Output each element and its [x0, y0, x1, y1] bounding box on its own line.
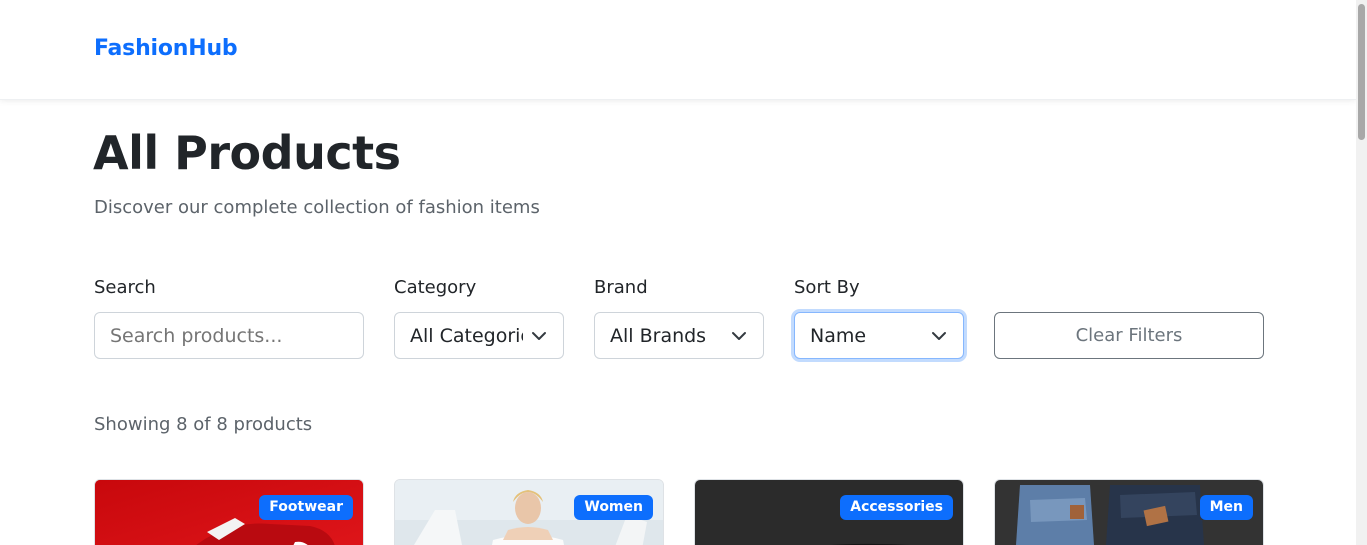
category-badge: Footwear	[259, 495, 353, 520]
brand-select[interactable]: All Brands	[594, 312, 764, 359]
category-select[interactable]: All Categories	[394, 312, 564, 359]
search-input[interactable]	[94, 312, 364, 359]
chevron-down-icon	[932, 332, 946, 340]
navbar: FashionHub	[0, 0, 1356, 100]
product-card[interactable]: Footwear	[94, 479, 364, 545]
brand-logo-link[interactable]: FashionHub	[94, 36, 238, 61]
page-subtitle: Discover our complete collection of fash…	[94, 197, 540, 218]
clear-filters-button[interactable]: Clear Filters	[994, 312, 1264, 359]
brand-label: Brand	[594, 277, 648, 298]
category-label: Category	[394, 277, 477, 298]
chevron-down-icon	[532, 332, 546, 340]
category-badge: Women	[574, 495, 653, 520]
search-label: Search	[94, 277, 156, 298]
sort-label: Sort By	[794, 277, 860, 298]
results-count: Showing 8 of 8 products	[94, 414, 313, 435]
scrollbar-thumb[interactable]	[1358, 4, 1365, 140]
product-card[interactable]: Men	[994, 479, 1264, 545]
page-title: All Products	[93, 126, 401, 180]
product-card[interactable]: Accessories	[694, 479, 964, 545]
category-badge: Men	[1199, 495, 1253, 520]
category-badge: Accessories	[840, 495, 953, 520]
chevron-down-icon	[732, 332, 746, 340]
page-scrollbar[interactable]	[1356, 0, 1367, 545]
category-select-value: All Categories	[410, 324, 523, 347]
product-card[interactable]: Women	[394, 479, 664, 545]
sort-select[interactable]: Name	[794, 312, 964, 359]
